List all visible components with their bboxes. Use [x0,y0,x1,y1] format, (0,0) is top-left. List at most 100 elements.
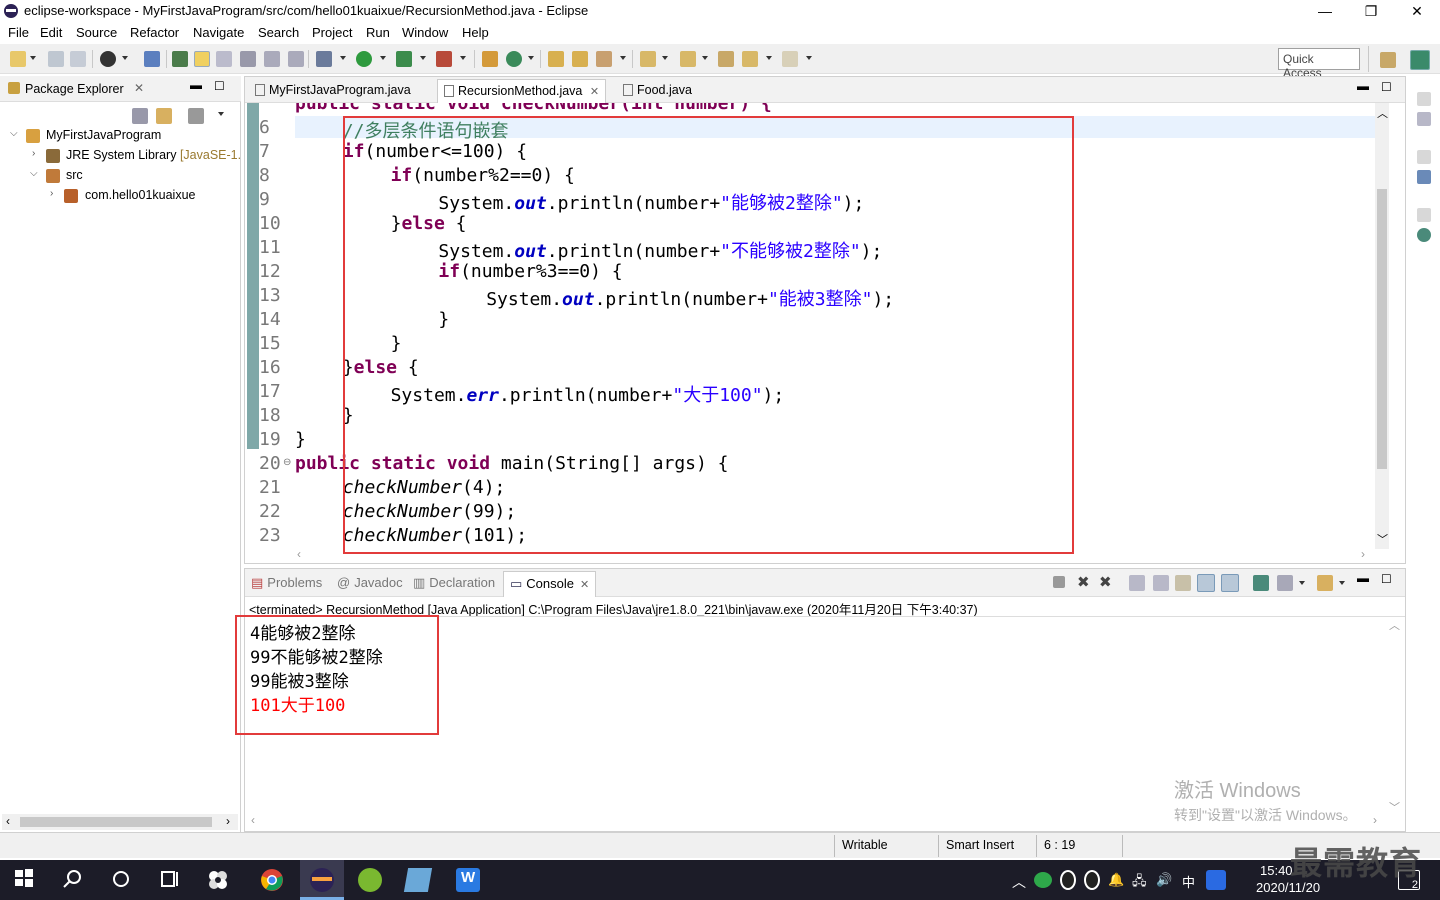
paragraph-icon[interactable] [288,51,304,67]
prev-annotation-icon[interactable] [680,51,696,67]
tab-food[interactable]: Food.java [617,79,698,103]
toggle-mark-icon[interactable] [172,51,188,67]
app-melon-icon[interactable] [358,868,382,892]
notification-bell-icon[interactable]: 🔔 [1108,872,1124,888]
coverage-icon[interactable] [396,51,412,67]
scroll-right-icon[interactable]: › [1361,547,1365,561]
outline-icon[interactable] [1417,170,1431,184]
close-tab-icon[interactable]: ✕ [134,81,144,95]
pin-console-icon[interactable] [1253,575,1269,591]
collapse-all-icon[interactable] [132,108,148,124]
back-icon[interactable] [742,51,758,67]
menu-search[interactable]: Search [258,25,299,40]
chrome-icon[interactable] [260,868,284,892]
show-whitespace-icon[interactable] [216,51,232,67]
show-on-stdout-icon[interactable] [1197,574,1215,592]
restore-icon[interactable] [1417,150,1431,164]
menu-project[interactable]: Project [312,25,352,40]
open-console-icon[interactable] [1317,575,1333,591]
menu-navigate[interactable]: Navigate [193,25,244,40]
collapse-chevron-icon[interactable]: › [50,188,53,199]
debug-view-icon[interactable] [1417,228,1431,242]
expand-chevron-icon[interactable]: ⌵ [10,128,18,139]
scroll-lock-icon[interactable] [1153,575,1169,591]
wps-icon[interactable]: W [456,868,480,892]
menu-run[interactable]: Run [366,25,390,40]
open-perspective-icon[interactable] [1380,52,1396,68]
restore-icon[interactable] [1417,92,1431,106]
save-all-icon[interactable] [70,51,86,67]
minimize-view-icon[interactable]: ▬ [190,78,202,92]
scroll-down-icon[interactable]: ﹀ [1377,531,1388,547]
tree-item-src[interactable]: ⌵ src [30,168,83,183]
clear-console-icon[interactable] [1129,575,1145,591]
close-tab-icon[interactable]: ✕ [580,579,589,591]
show-on-stderr-icon[interactable] [1221,574,1239,592]
menu-window[interactable]: Window [402,25,448,40]
new-icon[interactable] [10,51,26,67]
link-editor-icon[interactable] [156,108,172,124]
word-wrap-icon[interactable] [1175,575,1191,591]
editor-vertical-scrollbar[interactable]: ︿ ﹀ [1375,103,1389,549]
close-tab-icon[interactable]: ✕ [590,86,599,98]
remove-all-icon[interactable]: ✖ [1099,573,1112,591]
windows-start-icon[interactable] [14,868,38,892]
menu-refactor[interactable]: Refactor [130,25,179,40]
terminate-icon[interactable] [1053,576,1065,588]
tab-declaration[interactable]: ▥ Declaration [413,575,495,591]
tab-recursionmethod[interactable]: RecursionMethod.java ✕ [437,79,607,103]
external-tools-icon[interactable] [436,51,452,67]
close-button[interactable]: ✕ [1394,0,1440,22]
last-edit-icon[interactable] [718,51,734,67]
console-vertical-scrollbar[interactable]: ︿ ﹀ [1387,617,1401,817]
task-view-icon[interactable] [158,868,182,892]
scrollbar-thumb[interactable] [20,817,212,827]
search-icon[interactable] [596,51,612,67]
block-selection-icon[interactable] [240,51,256,67]
qq-icon[interactable] [1084,870,1100,890]
menu-edit[interactable]: Edit [40,25,62,40]
package-explorer-tab[interactable]: Package Explorer [25,82,124,96]
minimize-view-icon[interactable]: ▬ [1357,79,1369,93]
notepad-icon[interactable] [403,868,433,892]
scrollbar-thumb[interactable] [1377,189,1387,469]
new-java-project-icon[interactable] [482,51,498,67]
debug-icon[interactable] [316,51,332,67]
scroll-up-icon[interactable]: ︿ [1377,105,1388,121]
cortana-icon[interactable] [110,868,134,892]
tab-javadoc[interactable]: @ Javadoc [337,575,403,590]
expand-chevron-icon[interactable]: ⌵ [30,168,38,179]
search-icon[interactable] [62,868,86,892]
eclipse-taskbar-active[interactable] [300,860,344,900]
menu-file[interactable]: File [8,25,29,40]
tree-item-project[interactable]: ⌵ MyFirstJavaProgram [10,128,161,143]
volume-icon[interactable]: 🔊 [1156,872,1172,888]
tab-myfirstjavaprogram[interactable]: MyFirstJavaProgram.java [249,79,417,103]
scroll-up-icon[interactable]: ︿ [1389,617,1400,633]
horizontal-scrollbar[interactable]: ‹ › [2,814,238,830]
maximize-view-icon[interactable]: ☐ [1381,80,1392,94]
scroll-left-icon[interactable]: ‹ [251,813,255,827]
scroll-right-icon[interactable]: › [1373,813,1377,827]
collapse-chevron-icon[interactable]: › [32,148,35,159]
fold-collapse-icon[interactable]: ⊖ [283,457,291,468]
tab-problems[interactable]: ▤ Problems [251,575,322,591]
tree-item-package[interactable]: › com.hello01kuaixue [50,188,196,203]
ime-indicator[interactable]: 中 [1182,872,1195,891]
scroll-left-icon[interactable]: ‹ [6,814,10,828]
menu-source[interactable]: Source [76,25,117,40]
next-annotation-icon[interactable] [640,51,656,67]
skip-breakpoints-icon[interactable] [144,51,160,67]
minimize-button[interactable]: — [1302,0,1348,22]
format-icon[interactable] [264,51,280,67]
restore-button[interactable]: ❐ [1348,0,1394,22]
restore-icon[interactable] [1417,208,1431,222]
open-task-icon[interactable] [572,51,588,67]
qq-icon[interactable] [1060,870,1076,890]
new-class-icon[interactable] [506,51,522,67]
scroll-down-icon[interactable]: ﹀ [1389,799,1400,815]
clock-time[interactable]: 15:40 [1260,863,1293,878]
scroll-right-icon[interactable]: › [226,814,230,828]
run-icon[interactable] [356,51,372,67]
wechat-icon[interactable] [1034,872,1052,888]
